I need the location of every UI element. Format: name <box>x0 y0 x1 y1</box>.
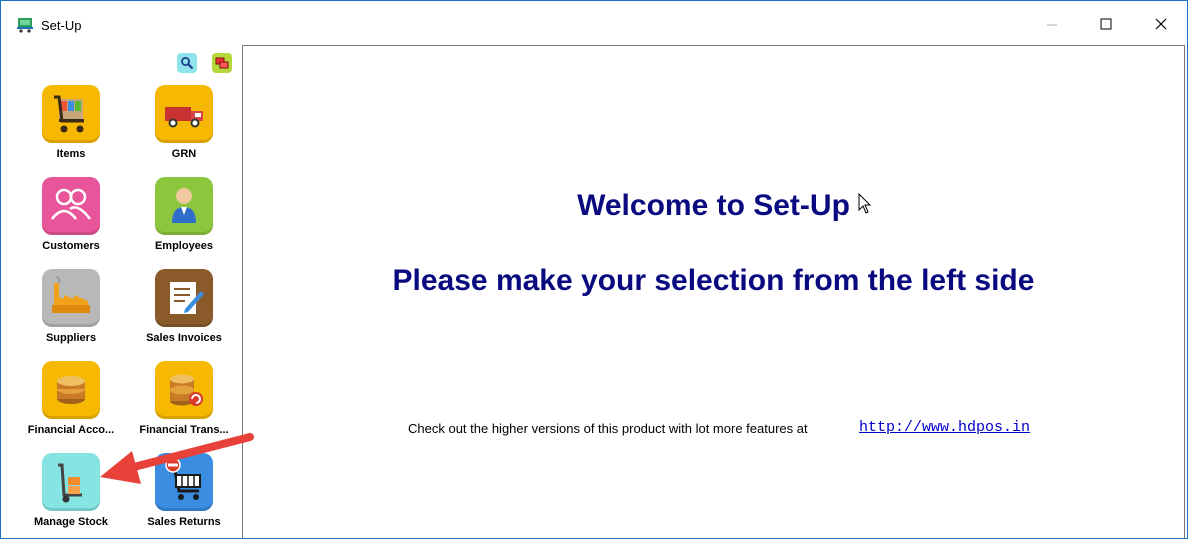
tile-grn[interactable]: GRN <box>128 85 240 160</box>
website-link[interactable]: http://www.hdpos.in <box>859 419 1030 436</box>
welcome-heading: Welcome to Set-Up <box>577 189 850 222</box>
financial-accounts-tile-icon <box>42 361 100 419</box>
search-button[interactable] <box>177 53 197 73</box>
hand-truck-icon <box>58 463 82 503</box>
close-icon <box>1155 18 1167 30</box>
tile-items[interactable]: Items <box>15 85 127 160</box>
setup-window: Set-Up Items GRN Customers Employees Sup… <box>0 0 1188 539</box>
mouse-cursor-icon <box>858 193 872 214</box>
sidebar: Items GRN Customers Employees Suppliers … <box>1 41 241 538</box>
delivery-truck-icon <box>165 107 203 128</box>
tile-sales-returns[interactable]: Sales Returns <box>128 453 240 528</box>
invoice-icon <box>170 282 204 314</box>
tile-label: Customers <box>42 240 100 252</box>
close-button[interactable] <box>1138 7 1184 41</box>
minimize-icon <box>1047 24 1057 26</box>
employees-tile-icon <box>155 177 213 235</box>
tile-sales-invoices[interactable]: Sales Invoices <box>128 269 240 344</box>
tile-financial-transactions[interactable]: Financial Trans... <box>128 361 240 436</box>
tile-label: Sales Invoices <box>146 332 222 344</box>
customers-icon <box>51 188 91 220</box>
windows-button[interactable] <box>212 53 232 73</box>
instruction-heading: Please make your selection from the left… <box>392 264 1035 297</box>
maximize-button[interactable] <box>1083 7 1129 41</box>
title-bar[interactable]: Set-Up <box>1 1 1187 41</box>
tile-label: Manage Stock <box>34 516 108 528</box>
tile-label: Financial Trans... <box>139 424 229 436</box>
tile-manage-stock[interactable]: Manage Stock <box>15 453 127 528</box>
tile-financial-accounts[interactable]: Financial Acco... <box>15 361 127 436</box>
coins-icon <box>57 376 85 404</box>
info-text: Check out the higher versions of this pr… <box>408 421 808 436</box>
main-content: Welcome to Set-Up Please make your selec… <box>242 45 1185 538</box>
maximize-icon <box>1100 18 1112 30</box>
employee-icon <box>172 188 196 223</box>
tile-employees[interactable]: Employees <box>128 177 240 252</box>
tile-label: Items <box>56 148 86 160</box>
shopping-cart-icon <box>54 95 84 133</box>
search-icon <box>181 57 194 70</box>
suppliers-tile-icon <box>42 269 100 327</box>
manage-stock-tile-icon <box>42 453 100 511</box>
coins-refresh-icon <box>170 374 203 406</box>
tile-label: Employees <box>154 240 214 252</box>
tile-label: Suppliers <box>45 332 97 344</box>
customers-tile-icon <box>42 177 100 235</box>
items-tile-icon <box>42 85 100 143</box>
shopping-cart-icon <box>17 18 33 33</box>
factory-icon <box>52 276 90 313</box>
sales-returns-tile-icon <box>155 453 213 511</box>
tile-label: Financial Acco... <box>27 424 115 436</box>
cart-return-icon <box>165 457 201 500</box>
tile-label: Sales Returns <box>147 516 221 528</box>
sales-invoices-tile-icon <box>155 269 213 327</box>
tile-label: GRN <box>171 148 197 160</box>
grn-tile-icon <box>155 85 213 143</box>
tile-customers[interactable]: Customers <box>15 177 127 252</box>
window-title: Set-Up <box>41 18 82 33</box>
financial-transactions-tile-icon <box>155 361 213 419</box>
windows-icon <box>215 57 229 69</box>
minimize-button[interactable] <box>1029 7 1075 41</box>
tile-suppliers[interactable]: Suppliers <box>15 269 127 344</box>
